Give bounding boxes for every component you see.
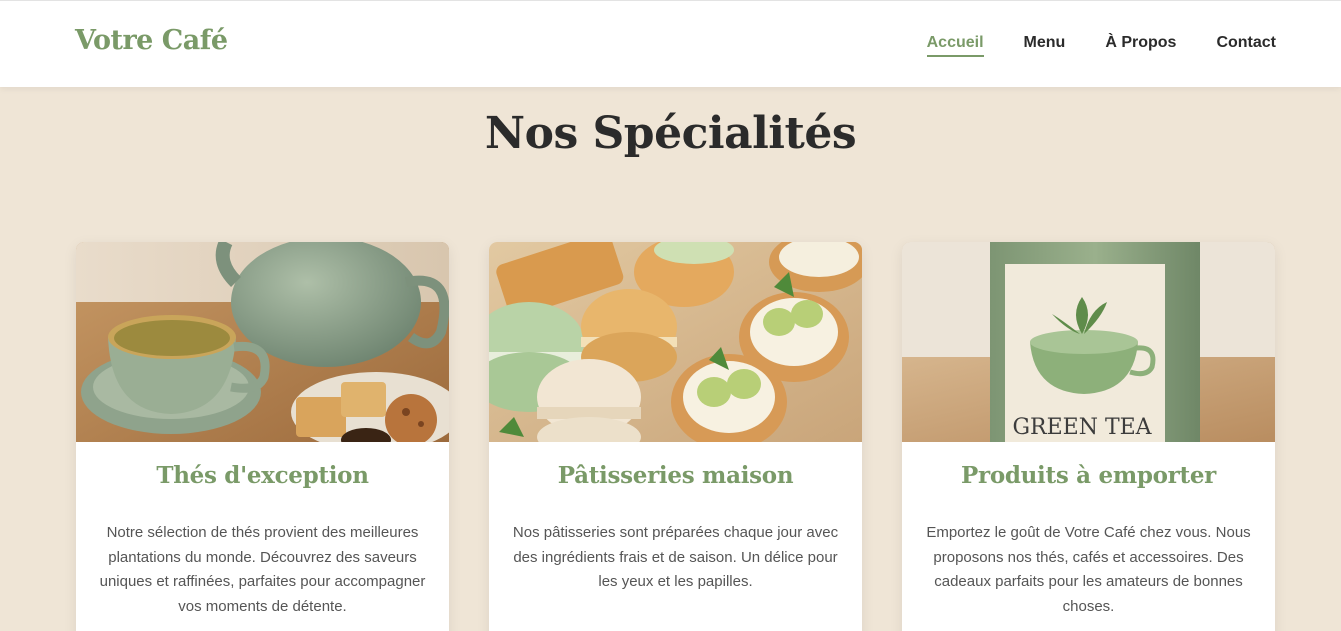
site-header: Votre Café Accueil Menu À Propos Contact <box>0 0 1341 87</box>
specialty-card-takeaway: GREEN TEA Produits à emporter Emportez l… <box>902 242 1275 631</box>
card-description: Emportez le goût de Votre Café chez vous… <box>926 524 1251 615</box>
nav-item-accueil[interactable]: Accueil <box>926 34 984 57</box>
card-title: Produits à emporter <box>961 462 1216 489</box>
nav-item-a-propos[interactable]: À Propos <box>1105 34 1176 57</box>
pastries-image <box>489 242 862 442</box>
tea-set-image <box>76 242 449 442</box>
main-nav: Accueil Menu À Propos Contact <box>926 34 1276 57</box>
specialty-card-pastries: Pâtisseries maison Nos pâtisseries sont … <box>489 242 862 631</box>
nav-item-contact[interactable]: Contact <box>1216 34 1276 57</box>
green-tea-tin-image: GREEN TEA <box>902 242 1275 442</box>
tin-label-text: GREEN TEA <box>1012 415 1152 440</box>
card-description: Notre sélection de thés provient des mei… <box>99 524 426 615</box>
card-description: Nos pâtisseries sont préparées chaque jo… <box>512 524 839 590</box>
card-title: Pâtisseries maison <box>557 462 794 489</box>
card-title: Thés d'exception <box>156 462 369 489</box>
specialty-card-teas: Thés d'exception Notre sélection de thés… <box>76 242 449 631</box>
brand-logo[interactable]: Votre Café <box>75 25 228 56</box>
section-title: Nos Spécialités <box>484 108 857 159</box>
nav-item-menu[interactable]: Menu <box>1024 34 1066 57</box>
